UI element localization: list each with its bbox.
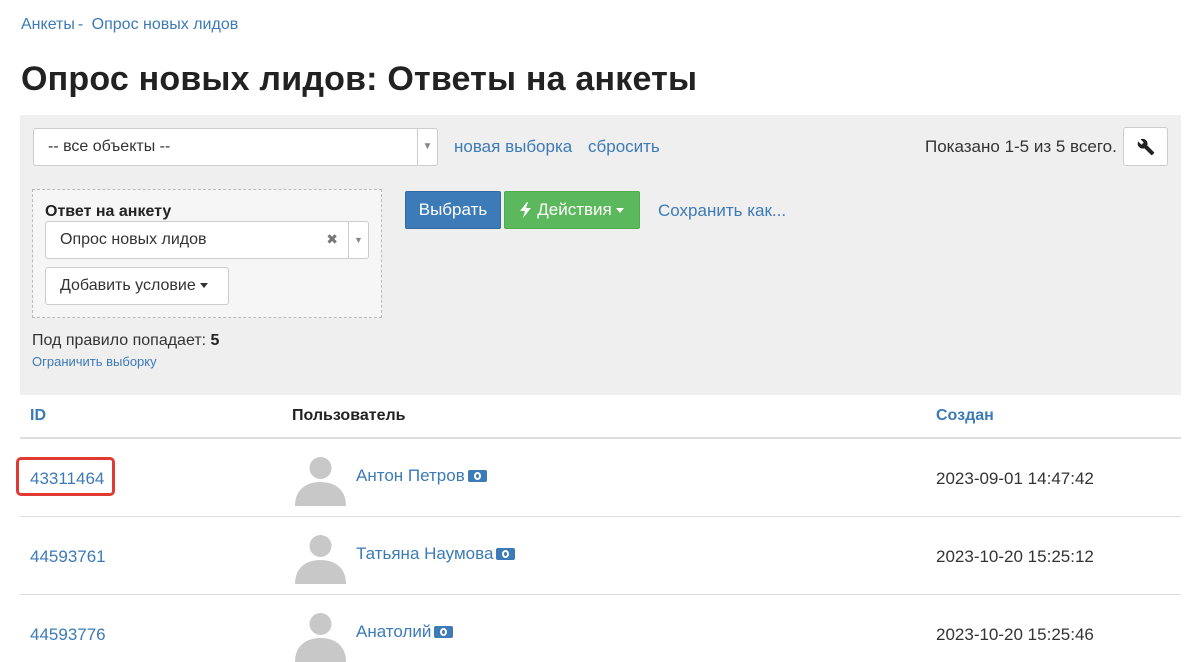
user-cell: Татьяна Наумова xyxy=(356,544,516,564)
column-header-user: Пользователь xyxy=(292,407,406,424)
table-row: 43311464 Антон Петров 2023-09-01 14:47:4… xyxy=(20,439,1181,517)
condition-select[interactable]: Опрос новых лидов ✖ ▼ xyxy=(45,221,369,259)
reset-link[interactable]: сбросить xyxy=(588,137,660,157)
row-id-link[interactable]: 44593776 xyxy=(30,625,106,645)
avatar-placeholder-icon xyxy=(295,535,346,584)
results-table: ID Пользователь Создан 43311464 Антон Пе… xyxy=(20,395,1181,662)
page-title: Опрос новых лидов: Ответы на анкеты xyxy=(21,60,698,98)
created-date: 2023-09-01 14:47:42 xyxy=(936,469,1094,488)
add-condition-label: Добавить условие xyxy=(60,277,196,294)
user-cell: Анатолий xyxy=(356,622,454,642)
actions-button[interactable]: Действия xyxy=(504,191,640,229)
wrench-icon xyxy=(1137,138,1154,155)
breadcrumb-current-link[interactable]: Опрос новых лидов xyxy=(92,16,239,33)
created-date: 2023-10-20 15:25:12 xyxy=(936,547,1094,566)
table-row: 44593761 Татьяна Наумова 2023-10-20 15:2… xyxy=(20,517,1181,595)
row-id-link[interactable]: 43311464 xyxy=(30,469,104,489)
object-select[interactable]: -- все объекты -- xyxy=(33,128,438,166)
select-button[interactable]: Выбрать xyxy=(405,191,501,229)
user-name-link[interactable]: Антон Петров xyxy=(356,466,465,486)
breadcrumb: Анкеты - Опрос новых лидов xyxy=(21,16,238,34)
column-header-id[interactable]: ID xyxy=(30,407,46,425)
money-icon xyxy=(496,548,516,560)
new-selection-link[interactable]: новая выборка xyxy=(454,137,572,157)
clear-icon[interactable]: ✖ xyxy=(326,231,338,248)
breadcrumb-separator: - xyxy=(77,16,84,33)
settings-button[interactable] xyxy=(1123,127,1168,166)
bolt-icon xyxy=(520,202,532,218)
user-name-link[interactable]: Анатолий xyxy=(356,622,431,642)
caret-down-icon xyxy=(615,207,624,213)
row-id-link[interactable]: 44593761 xyxy=(30,547,106,567)
rule-count-label: Под правило попадает: xyxy=(32,332,207,349)
created-date: 2023-10-20 15:25:46 xyxy=(936,625,1094,644)
rule-count: Под правило попадает: 5 xyxy=(32,332,219,350)
table-row: 44593776 Анатолий 2023-10-20 15:25:46 xyxy=(20,595,1181,662)
chevron-down-icon[interactable]: ▼ xyxy=(417,128,438,166)
condition-title: Ответ на анкету xyxy=(45,203,172,220)
rule-count-value: 5 xyxy=(210,332,220,349)
limit-selection-link[interactable]: Ограничить выборку xyxy=(32,354,157,369)
chevron-down-icon[interactable]: ▼ xyxy=(348,222,368,258)
caret-down-icon xyxy=(199,283,208,289)
money-icon xyxy=(467,470,487,482)
user-name-link[interactable]: Татьяна Наумова xyxy=(356,544,493,564)
actions-label: Действия xyxy=(537,200,612,219)
user-cell: Антон Петров xyxy=(356,466,487,486)
add-condition-button[interactable]: Добавить условие xyxy=(45,267,229,305)
breadcrumb-root-link[interactable]: Анкеты xyxy=(21,16,75,33)
condition-value: Опрос новых лидов xyxy=(60,231,207,248)
shown-count-text: Показано 1-5 из 5 всего. xyxy=(925,137,1117,156)
column-header-created[interactable]: Создан xyxy=(936,407,994,425)
save-as-link[interactable]: Сохранить как... xyxy=(658,201,786,221)
avatar-placeholder-icon xyxy=(295,613,346,662)
table-header: ID Пользователь Создан xyxy=(20,395,1181,439)
filter-panel: -- все объекты -- ▼ новая выборка сброси… xyxy=(20,115,1181,395)
avatar-placeholder-icon xyxy=(295,457,346,506)
condition-box: Ответ на анкету Опрос новых лидов ✖ ▼ До… xyxy=(32,189,382,318)
money-icon xyxy=(434,626,454,638)
